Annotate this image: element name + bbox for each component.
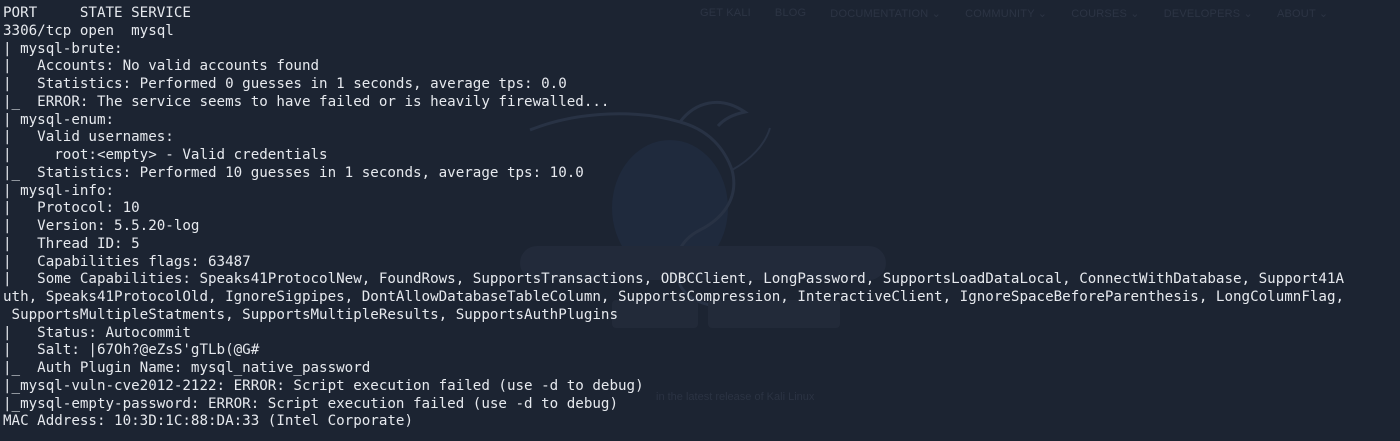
terminal-line: | Capabilities flags: 63487 [3,253,251,270]
terminal-line: PORT STATE SERVICE [3,5,191,21]
terminal-line: | Version: 5.5.20-log [3,218,200,234]
terminal-line: | root:<empty> - Valid credentials [3,147,328,163]
terminal-line: uth, Speaks41ProtocolOld, IgnoreSigpipes… [3,289,1345,305]
terminal-line: | Accounts: No valid accounts found [3,58,320,75]
terminal-line: | Statistics: Performed 0 guesses in 1 s… [3,76,567,92]
terminal-line: |_ Auth Plugin Name: mysql_native_passwo… [3,360,371,376]
terminal-line: |_ ERROR: The service seems to have fail… [3,93,610,110]
terminal-line: 3306/tcp open mysql [3,22,174,39]
terminal-line: | Some Capabilities: Speaks41ProtocolNew… [3,271,1345,288]
terminal-line: |_mysql-vuln-cve2012-2122: ERROR: Script… [3,377,644,394]
terminal-line: | mysql-info: [3,182,115,199]
terminal-line: |_mysql-empty-password: ERROR: Script ex… [3,395,618,412]
terminal-line: |_ Statistics: Performed 10 guesses in 1… [3,164,584,181]
terminal-line: | Valid usernames: [3,129,174,146]
terminal-line: | Protocol: 10 [3,200,140,217]
terminal-line: SupportsMultipleStatments, SupportsMulti… [3,306,618,323]
terminal-line: MAC Address: 10:3D:1C:88:DA:33 (Intel Co… [3,413,413,430]
terminal-output[interactable]: PORT STATE SERVICE 3306/tcp open mysql | m… [3,5,1397,431]
terminal-line: | Salt: |67Oh?@eZsS'gTLb(@G# [3,342,260,359]
terminal-line: | mysql-enum: [3,111,115,128]
terminal-line: | Status: Autocommit [3,324,191,341]
terminal-line: | Thread ID: 5 [3,235,140,252]
terminal-line: | mysql-brute: [3,40,123,57]
